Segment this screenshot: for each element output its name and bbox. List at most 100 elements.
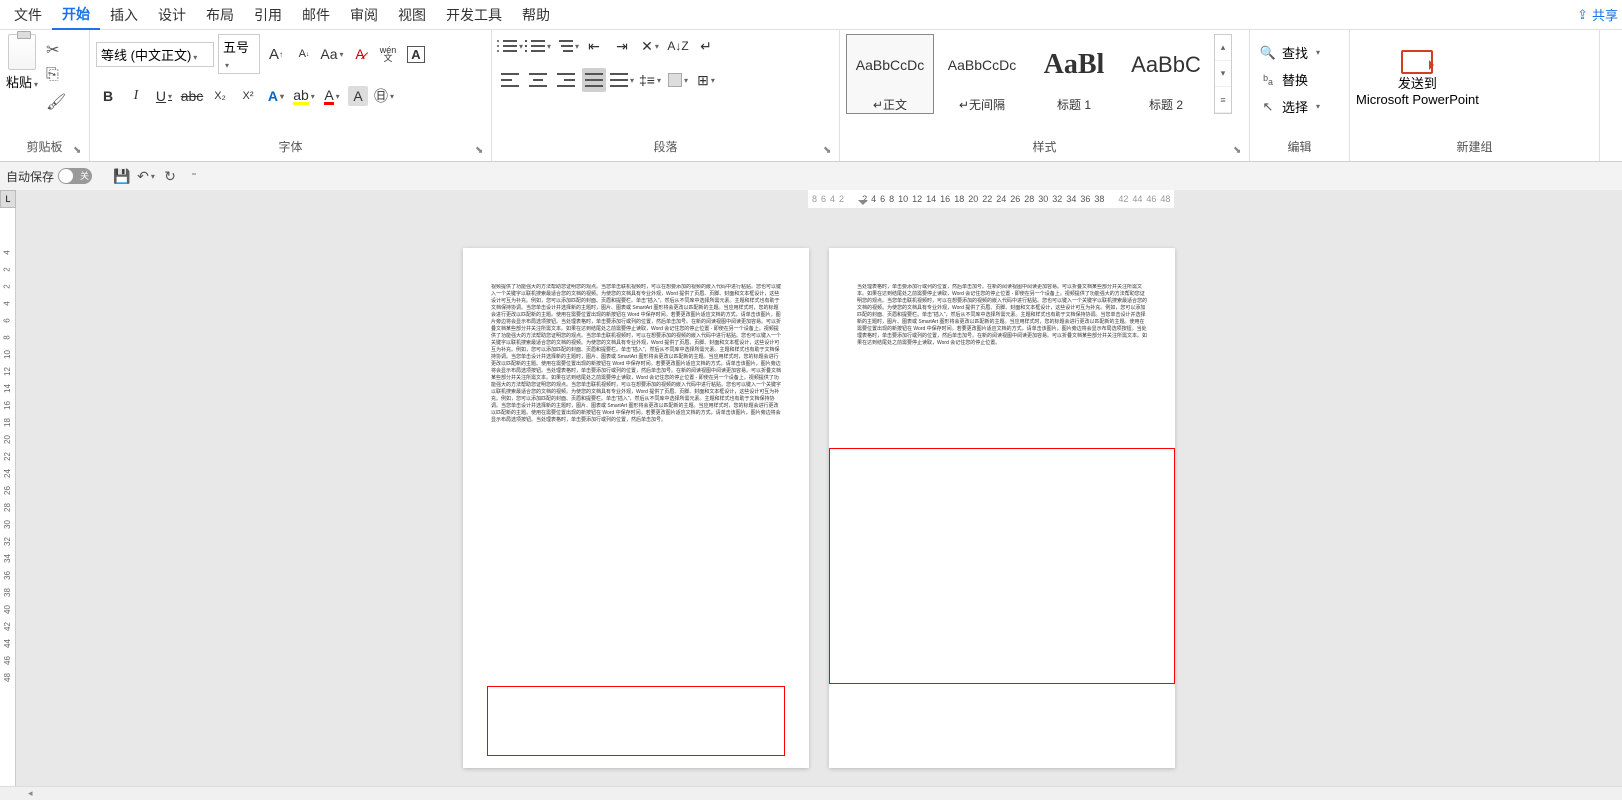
menu-design[interactable]: 设计 bbox=[148, 1, 196, 29]
paragraph-label: 段落 bbox=[492, 138, 839, 155]
page-2-text[interactable]: 当处理表格时，单击要添加行或列的位置，然后单击加号。在新的阅读视图中阅读更加容易… bbox=[857, 284, 1147, 434]
text-effects-button[interactable]: A bbox=[264, 84, 288, 108]
justify-button[interactable] bbox=[582, 68, 606, 92]
align-right-button[interactable] bbox=[554, 68, 578, 92]
highlight-button[interactable]: ab bbox=[292, 84, 316, 108]
document-area: 42 24 68 1012 1416 1820 2224 2628 3032 3… bbox=[0, 208, 1622, 786]
show-marks-button[interactable]: ↵ bbox=[694, 34, 718, 58]
undo-button[interactable]: ↶ bbox=[136, 166, 156, 186]
menu-bar: 文件 开始 插入 设计 布局 引用 邮件 审阅 视图 开发工具 帮助 ⇪共享 bbox=[0, 0, 1622, 30]
horizontal-scrollbar[interactable] bbox=[0, 786, 1622, 800]
font-size-select[interactable]: 五号 bbox=[218, 34, 260, 74]
strikethrough-button[interactable]: abc bbox=[180, 84, 204, 108]
search-icon: 🔍 bbox=[1260, 45, 1276, 61]
underline-button[interactable]: U bbox=[152, 84, 176, 108]
menu-references[interactable]: 引用 bbox=[244, 1, 292, 29]
annotation-box-1 bbox=[487, 686, 785, 756]
horizontal-ruler[interactable]: L 8 6 4 2 2 4 6 8 10 12 14 16 18 20 22 2… bbox=[0, 190, 1622, 208]
clear-format-button[interactable]: A̷ bbox=[348, 42, 372, 66]
clipboard-launcher[interactable]: ⬊ bbox=[73, 145, 83, 155]
quick-access-toolbar: 自动保存 💾 ↶ ↻ ⁼ bbox=[0, 162, 1622, 190]
shading-button[interactable] bbox=[666, 68, 690, 92]
font-group: 等线 (中文正文) 五号 A↑ A↓ Aa A̷ wén文 A B I U ab… bbox=[90, 30, 492, 161]
font-label: 字体 bbox=[90, 138, 491, 155]
annotation-box-2 bbox=[829, 448, 1175, 684]
replace-button[interactable]: ᵇₐ替换 bbox=[1256, 67, 1312, 92]
ruler-corner: L bbox=[0, 190, 16, 208]
styles-scroll-down[interactable]: ▾ bbox=[1215, 61, 1231, 87]
style-heading2[interactable]: AaBbC 标题 2 bbox=[1122, 34, 1210, 114]
sort-button[interactable]: A↓Z bbox=[666, 34, 690, 58]
numbering-button[interactable] bbox=[526, 34, 550, 58]
decrease-indent-button[interactable]: ⇤ bbox=[582, 34, 606, 58]
find-button[interactable]: 🔍查找 bbox=[1256, 40, 1324, 65]
new-group: 发送到Microsoft PowerPoint 新建组 bbox=[1350, 30, 1600, 161]
paragraph-group: ⇤ ⇥ ✕ A↓Z ↵ ‡≡ ⊞ 段落 ⬊ bbox=[492, 30, 840, 161]
styles-launcher[interactable]: ⬊ bbox=[1233, 145, 1243, 155]
distribute-button[interactable] bbox=[610, 68, 634, 92]
styles-label: 样式 bbox=[840, 138, 1249, 155]
autosave-label: 自动保存 bbox=[6, 168, 54, 185]
menu-view[interactable]: 视图 bbox=[388, 1, 436, 29]
asian-layout-button[interactable]: ✕ bbox=[638, 34, 662, 58]
redo-button[interactable]: ↻ bbox=[160, 166, 180, 186]
vertical-ruler[interactable]: 42 24 68 1012 1416 1820 2224 2628 3032 3… bbox=[0, 208, 16, 786]
italic-button[interactable]: I bbox=[124, 84, 148, 108]
align-center-button[interactable] bbox=[526, 68, 550, 92]
increase-indent-button[interactable]: ⇥ bbox=[610, 34, 634, 58]
copy-icon[interactable]: ⎘ bbox=[46, 66, 64, 84]
superscript-button[interactable]: X² bbox=[236, 84, 260, 108]
page-1[interactable]: 视频提供了功能强大的方法帮助您证明您的观点。当您单击联机视频时，可以在想要添加的… bbox=[463, 248, 809, 768]
subscript-button[interactable]: X₂ bbox=[208, 84, 232, 108]
enclose-char-button[interactable]: ㊐ bbox=[372, 84, 396, 108]
font-launcher[interactable]: ⬊ bbox=[475, 145, 485, 155]
decrease-font-button[interactable]: A↓ bbox=[292, 42, 316, 66]
menu-file[interactable]: 文件 bbox=[4, 1, 52, 29]
powerpoint-icon bbox=[1401, 50, 1433, 74]
page-1-text[interactable]: 视频提供了功能强大的方法帮助您证明您的观点。当您单击联机视频时，可以在想要添加的… bbox=[491, 284, 781, 684]
styles-group: AaBbCcDc ↵正文 AaBbCcDc ↵无间隔 AaBl 标题 1 AaB… bbox=[840, 30, 1250, 161]
line-spacing-button[interactable]: ‡≡ bbox=[638, 68, 662, 92]
share-icon: ⇪ bbox=[1577, 7, 1588, 23]
editing-group: 🔍查找 ᵇₐ替换 ↖选择 编辑 bbox=[1250, 30, 1350, 161]
select-button[interactable]: ↖选择 bbox=[1256, 94, 1324, 119]
share-button[interactable]: ⇪共享 bbox=[1577, 5, 1618, 24]
styles-scroll-up[interactable]: ▴ bbox=[1215, 35, 1231, 61]
style-nospacing[interactable]: AaBbCcDc ↵无间隔 bbox=[938, 34, 1026, 114]
char-border-button[interactable]: A bbox=[404, 42, 428, 66]
style-heading1[interactable]: AaBl 标题 1 bbox=[1030, 34, 1118, 114]
send-to-ppt-button[interactable]: 发送到Microsoft PowerPoint bbox=[1356, 34, 1479, 124]
menu-layout[interactable]: 布局 bbox=[196, 1, 244, 29]
autosave-toggle[interactable] bbox=[58, 168, 92, 184]
font-name-select[interactable]: 等线 (中文正文) bbox=[96, 42, 214, 67]
multilevel-button[interactable] bbox=[554, 34, 578, 58]
qat-customize[interactable]: ⁼ bbox=[184, 166, 204, 186]
page-2[interactable]: 当处理表格时，单击要添加行或列的位置，然后单击加号。在新的阅读视图中阅读更加容易… bbox=[829, 248, 1175, 768]
clipboard-group: 粘贴 ✂ ⎘ 🖌 剪贴板 ⬊ bbox=[0, 30, 90, 161]
increase-font-button[interactable]: A↑ bbox=[264, 42, 288, 66]
align-left-button[interactable] bbox=[498, 68, 522, 92]
format-painter-icon[interactable]: 🖌 bbox=[46, 92, 64, 110]
menu-review[interactable]: 审阅 bbox=[340, 1, 388, 29]
menu-mail[interactable]: 邮件 bbox=[292, 1, 340, 29]
paste-button[interactable]: 粘贴 bbox=[6, 34, 38, 91]
menu-devtools[interactable]: 开发工具 bbox=[436, 1, 512, 29]
paragraph-launcher[interactable]: ⬊ bbox=[823, 145, 833, 155]
font-color-button[interactable]: A bbox=[320, 84, 344, 108]
char-shading-button[interactable]: A bbox=[348, 86, 368, 106]
phonetic-button[interactable]: wén文 bbox=[376, 42, 400, 66]
menu-insert[interactable]: 插入 bbox=[100, 1, 148, 29]
cursor-icon: ↖ bbox=[1260, 99, 1276, 115]
cut-icon[interactable]: ✂ bbox=[46, 40, 64, 58]
borders-button[interactable]: ⊞ bbox=[694, 68, 718, 92]
menu-home[interactable]: 开始 bbox=[52, 0, 100, 30]
menu-help[interactable]: 帮助 bbox=[512, 1, 560, 29]
bullets-button[interactable] bbox=[498, 34, 522, 58]
replace-icon: ᵇₐ bbox=[1260, 72, 1276, 88]
style-normal[interactable]: AaBbCcDc ↵正文 bbox=[846, 34, 934, 114]
styles-more[interactable]: ≡ bbox=[1215, 87, 1231, 113]
bold-button[interactable]: B bbox=[96, 84, 120, 108]
editing-label: 编辑 bbox=[1250, 138, 1349, 155]
change-case-button[interactable]: Aa bbox=[320, 42, 344, 66]
save-button[interactable]: 💾 bbox=[112, 166, 132, 186]
